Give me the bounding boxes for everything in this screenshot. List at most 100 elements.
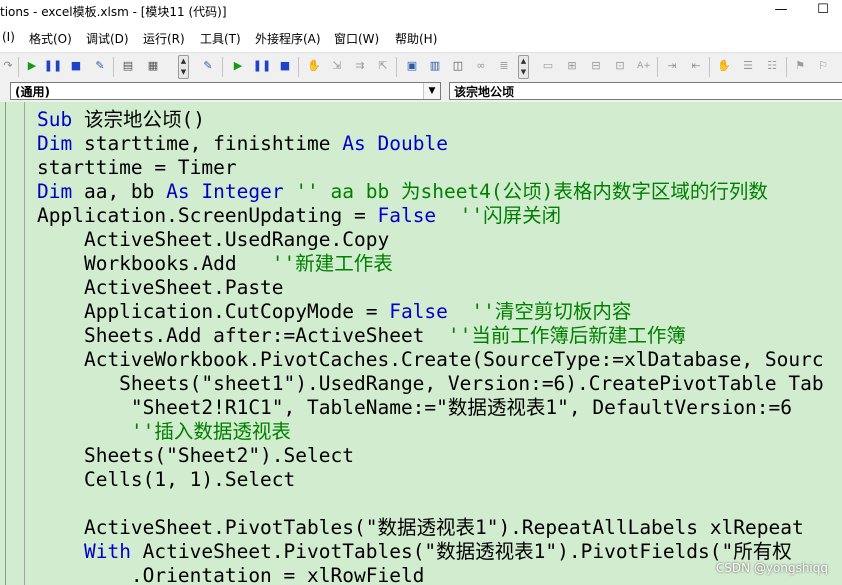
toolbar-separator — [222, 57, 223, 77]
code-line[interactable]: Sheets("Sheet2").Select — [37, 444, 354, 468]
code-keyword: Double — [377, 132, 448, 155]
code-line[interactable]: Sheets("sheet1").UsedRange, Version:=6).… — [37, 372, 823, 396]
toggle-breakpoint-icon[interactable]: ✋ — [716, 58, 732, 74]
menu-window[interactable]: 窗口(W) — [334, 30, 379, 47]
code-line[interactable]: Cells(1, 1).Select — [37, 468, 295, 492]
code-text: starttime = Timer — [37, 156, 237, 179]
code-line[interactable]: ActiveWorkbook.PivotCaches.Create(Source… — [37, 348, 824, 372]
maximize-button[interactable]: ☐ — [808, 0, 838, 22]
menu-help[interactable]: 帮助(H) — [395, 30, 437, 47]
properties-icon[interactable]: ▦ — [145, 58, 161, 74]
toolbar-separator — [709, 57, 710, 77]
code-keyword: Sub — [37, 108, 73, 131]
code-line[interactable]: Sub 该宗地公顷() — [37, 108, 205, 132]
watch-window-icon[interactable]: ◫ — [450, 58, 466, 74]
chevron-down-icon[interactable]: ▼ — [423, 83, 440, 99]
code-line[interactable]: Dim starttime, finishtime As Double — [37, 132, 448, 156]
project-explorer-icon[interactable]: ▤ — [120, 58, 136, 74]
code-keyword: False — [377, 204, 437, 227]
call-stack-icon[interactable]: ≣ — [496, 58, 512, 74]
procedure-dropdown[interactable]: 该宗地公顷 — [449, 82, 842, 100]
step-out-icon[interactable]: ⇱ — [375, 58, 391, 74]
margin-indicator-bar[interactable] — [0, 102, 25, 585]
parameter-info-icon[interactable]: ⊡ — [612, 58, 628, 74]
immediate-window-icon[interactable]: ▥ — [427, 58, 443, 74]
toggle-breakpoint-icon[interactable]: ✋ — [306, 58, 322, 74]
menu-insert[interactable]: (I) — [2, 30, 15, 44]
step-over-icon[interactable]: ⇉ — [352, 58, 368, 74]
code-keyword: As — [166, 180, 190, 203]
code-line[interactable]: Dim aa, bb As Integer '' aa bb 为sheet4(公… — [37, 180, 768, 204]
object-dropdown[interactable]: (通用) ▼ — [10, 82, 441, 100]
code-combo-row: (通用) ▼ 该宗地公顷 — [0, 80, 842, 102]
toolbar-grip[interactable]: ▲ ▼ — [178, 55, 189, 79]
run-icon[interactable]: ▶ — [230, 58, 246, 74]
uncomment-block-icon[interactable]: ☷ — [764, 58, 780, 74]
window-title: tions - excel模板.xlsm - [模块11 (代码)] — [0, 5, 227, 19]
code-line[interactable]: Sheets.Add after:=ActiveSheet ''当前工作簿后新建… — [37, 324, 686, 348]
code-line[interactable]: ''插入数据透视表 — [37, 420, 291, 444]
code-text: ActiveSheet.Paste — [37, 276, 284, 299]
code-text: Application.ScreenUpdating = — [37, 204, 378, 227]
design-mode-icon[interactable]: ✎ — [92, 58, 108, 74]
reset-icon[interactable]: ■ — [68, 58, 84, 74]
code-editor[interactable]: Sub 该宗地公顷() Dim starttime, finishtime As … — [0, 102, 842, 585]
comment-block-icon[interactable]: ☰ — [740, 58, 756, 74]
code-line[interactable]: Application.CutCopyMode = False ''清空剪切板内… — [37, 300, 631, 324]
break-icon[interactable]: ❚❚ — [253, 58, 271, 74]
code-line[interactable]: ActiveSheet.PivotTables("数据透视表1").Repeat… — [37, 516, 804, 540]
code-text: Application.CutCopyMode = — [37, 300, 390, 323]
toolbar-separator — [657, 57, 658, 77]
quick-watch-icon[interactable]: ∞ — [473, 58, 489, 74]
code-line[interactable]: With ActiveSheet.PivotTables("数据透视表1").P… — [37, 540, 792, 564]
menu-addins[interactable]: 外接程序(A) — [255, 30, 321, 47]
code-line[interactable]: Application.ScreenUpdating = False ''闪屏关… — [37, 204, 561, 228]
code-text: ActiveSheet.PivotTables("数据透视表1").Repeat… — [37, 516, 804, 539]
code-area[interactable]: Sub 该宗地公顷() Dim starttime, finishtime As … — [37, 108, 842, 585]
code-comment: ''新建工作表 — [260, 252, 393, 275]
toolbar-grip[interactable]: ▲ ▼ — [518, 55, 529, 79]
code-text: "Sheet2!R1C1", TableName:="数据透视表1", Defa… — [37, 396, 792, 419]
menu-debug[interactable]: 调试(D) — [86, 30, 129, 47]
code-comment: '' aa bb 为sheet4(公顷)表格内数字区域的行列数 — [283, 180, 768, 203]
code-keyword: Dim — [37, 132, 73, 155]
locals-window-icon[interactable]: ▣ — [404, 58, 420, 74]
bookmark-icon[interactable]: ⚑ — [792, 58, 808, 74]
list-properties-icon[interactable]: ▭ — [540, 58, 556, 74]
menu-format[interactable]: 格式(O) — [29, 30, 72, 47]
code-line[interactable]: ActiveSheet.UsedRange.Copy — [37, 228, 389, 252]
title-bar: tions - excel模板.xlsm - [模块11 (代码)] — ☐ — [0, 0, 842, 22]
code-text: Sheets("Sheet2").Select — [37, 444, 354, 467]
step-into-icon[interactable]: ⇲ — [329, 58, 345, 74]
code-comment: ''当前工作簿后新建工作簿 — [447, 324, 686, 347]
list-constants-icon[interactable]: ⊞ — [564, 58, 580, 74]
code-keyword: With — [83, 540, 131, 563]
procedure-dropdown-value: 该宗地公顷 — [454, 85, 515, 99]
menu-bar: (I) 格式(O) 调试(D) 运行(R) 工具(T) 外接程序(A) 窗口(W… — [0, 28, 842, 48]
design-mode-icon[interactable]: ✎ — [200, 58, 216, 74]
reset-icon[interactable]: ■ — [277, 58, 293, 74]
menu-run[interactable]: 运行(R) — [143, 30, 185, 47]
minimize-button[interactable]: — — [766, 0, 796, 22]
code-text: aa, bb — [72, 180, 167, 203]
code-text: Workbooks.Add — [37, 252, 261, 275]
code-line[interactable]: Workbooks.Add ''新建工作表 — [37, 252, 393, 276]
next-bookmark-icon[interactable]: ⚐ — [815, 58, 831, 74]
complete-word-icon[interactable]: A+ — [636, 58, 652, 74]
code-line[interactable]: "Sheet2!R1C1", TableName:="数据透视表1", Defa… — [37, 396, 792, 420]
toolbar-separator — [396, 57, 397, 77]
run-icon[interactable]: ▶ — [24, 58, 40, 74]
menu-tools[interactable]: 工具(T) — [200, 30, 241, 47]
code-comment: ''清空剪切板内容 — [447, 300, 632, 323]
code-line[interactable]: starttime = Timer — [37, 156, 237, 180]
outdent-icon[interactable]: ⇤ — [688, 58, 704, 74]
code-line[interactable]: .Orientation = xlRowField — [37, 564, 425, 585]
code-text: ActiveWorkbook.PivotCaches.Create(Source… — [37, 348, 824, 371]
code-line[interactable]: ActiveSheet.Paste — [37, 276, 284, 300]
break-icon[interactable]: ❚❚ — [44, 58, 62, 74]
indent-icon[interactable]: ⇥ — [664, 58, 680, 74]
quick-info-icon[interactable]: ⊟ — [588, 58, 604, 74]
watermark: CSDN @yongshiqq — [715, 561, 828, 575]
redo-icon[interactable]: ↷ — [0, 58, 16, 74]
